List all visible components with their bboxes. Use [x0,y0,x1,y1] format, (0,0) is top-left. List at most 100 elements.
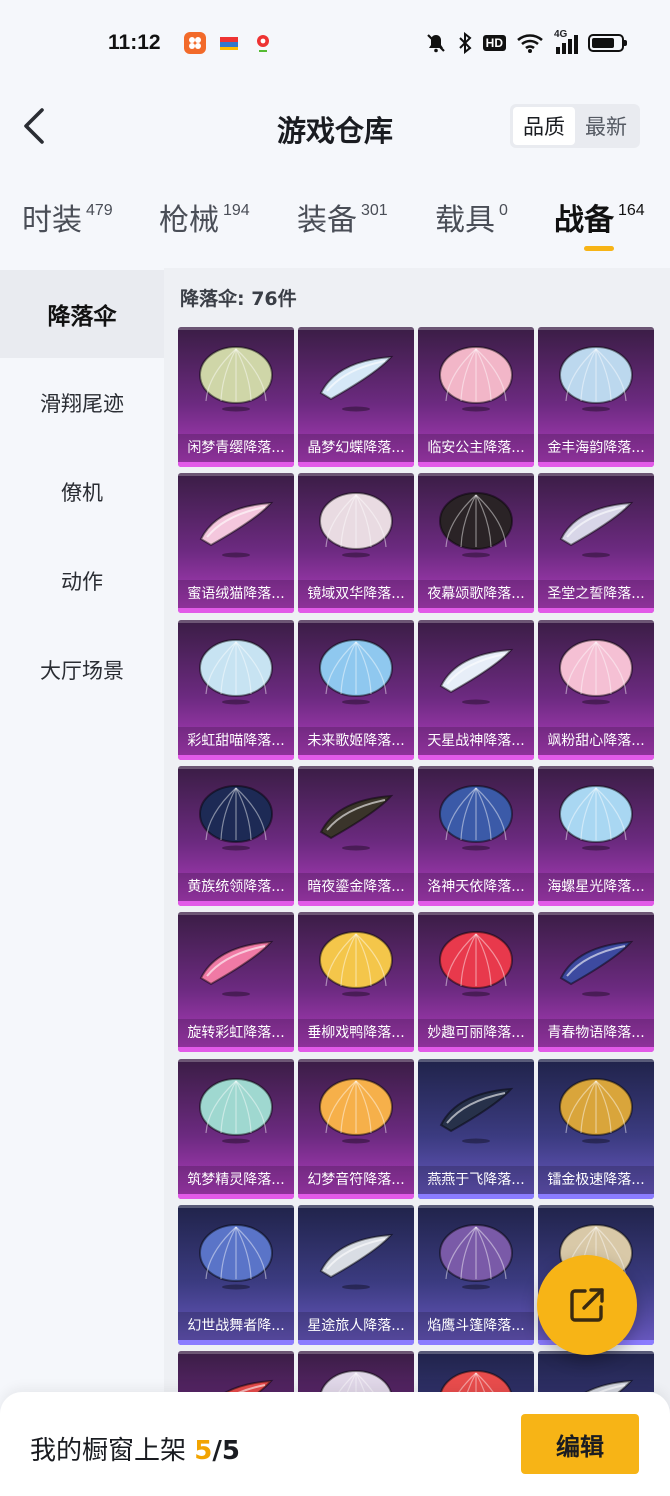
card-shine [298,327,414,330]
share-button[interactable] [537,1255,637,1355]
sidebar-item-parachute[interactable]: 降落伞 [0,270,164,358]
parachute-icon [319,492,393,558]
card-name: 星途旅人降落... [298,1311,414,1340]
parachute-card[interactable]: 海螺星光降落... [538,765,654,906]
sidebar-item-glide-trail[interactable]: 滑翔尾迹 [0,359,164,447]
parachute-card[interactable]: 星途旅人降落... [298,1204,414,1345]
parachute-card[interactable]: 镭金极速降落... [538,1058,654,1199]
parachute-card[interactable]: 洛神天依降落... [418,765,534,906]
parachute-icon [199,346,273,412]
network-type: 4G [554,29,568,40]
card-name: 夜幕颂歌降落... [418,580,534,609]
parachute-card[interactable] [538,1351,654,1392]
tab-vehicles[interactable]: 载具 0 [435,196,508,246]
tab-count: 479 [86,202,113,219]
showcase-separator: / [212,1436,222,1466]
card-shine [538,1204,654,1208]
parachute-card[interactable]: 闲梦青缨降落... [178,327,294,467]
card-name: 镜域双华降落... [298,580,414,609]
parachute-card[interactable]: 暗夜鎏金降落... [298,765,414,906]
card-shine [418,765,534,769]
wallet-app-icon [218,32,240,54]
parachute-icon [319,1233,394,1290]
rarity-edge [538,608,654,614]
rarity-edge [178,1339,294,1345]
card-shine [538,912,654,916]
card-name: 未来歌姬降落... [298,726,414,755]
parachute-card[interactable]: 飒粉甜心降落... [538,619,654,760]
card-name: 飒粉甜心降落... [538,726,654,755]
card-name: 黄族统领降落... [178,872,294,901]
parachute-card[interactable]: 青春物语降落... [538,912,654,1053]
parachute-card[interactable] [418,1351,534,1392]
hd-icon: HD [482,35,506,51]
card-name: 蜜语绒猫降落... [178,580,294,609]
parachute-card[interactable] [178,1351,294,1392]
parachute-icon [439,931,513,997]
card-shine [538,1058,654,1062]
showcase-count: 5 [194,1436,213,1466]
parachute-card[interactable]: 燕燕于飞降落... [418,1058,534,1199]
card-name: 幻世战舞者降... [178,1311,294,1340]
card-shine [298,473,414,477]
parachute-card[interactable]: 夜幕颂歌降落... [418,473,534,614]
parachute-card[interactable]: 幻世战舞者降... [178,1204,294,1345]
parachute-icon [440,1370,512,1392]
card-shine [178,1204,294,1208]
parachute-icon [439,648,514,705]
rarity-edge [418,462,534,467]
rarity-edge [418,1047,534,1053]
card-name: 旋转彩虹降落... [178,1019,294,1048]
parachute-card[interactable]: 晶梦幻蝶降落... [298,327,414,467]
card-name: 晶梦幻蝶降落... [298,434,414,462]
parachute-card[interactable]: 金丰海韵降落... [538,327,654,467]
tab-equipment[interactable]: 装备 301 [297,196,388,246]
wifi-icon [517,34,543,53]
tab-combat-prep[interactable]: 战备 164 [554,196,645,251]
rarity-edge [418,1339,534,1345]
tab-fashion[interactable]: 时装 479 [22,196,113,246]
card-shine [298,1351,414,1355]
card-name: 洛神天依降落... [418,872,534,901]
edit-button[interactable]: 编辑 [521,1414,639,1474]
parachute-card[interactable]: 镜域双华降落... [298,473,414,614]
rarity-edge [418,900,534,906]
signal-icon: 4G [554,29,578,54]
parachute-card[interactable]: 彩虹甜喵降落... [178,619,294,760]
parachute-card[interactable]: 旋转彩虹降落... [178,912,294,1053]
sort-option-quality[interactable]: 品质 [513,107,575,145]
parachute-icon [199,502,274,558]
card-shine [178,1058,294,1062]
parachute-icon [439,492,513,558]
parachute-card[interactable]: 幻梦音符降落... [298,1058,414,1199]
sidebar-item-lobby-scene[interactable]: 大厅场景 [0,626,164,714]
share-icon [570,1288,604,1322]
sidebar-item-wingman[interactable]: 僚机 [0,448,164,536]
sidebar-item-emotes[interactable]: 动作 [0,537,164,625]
sidebar: 降落伞 滑翔尾迹 僚机 动作 大厅场景 [0,268,164,1496]
sort-option-newest[interactable]: 最新 [575,107,637,145]
parachute-card[interactable]: 临安公主降落... [418,327,534,467]
tab-guns[interactable]: 枪械 194 [159,196,250,246]
battery-icon [588,34,627,52]
rarity-edge [418,608,534,614]
card-shine [418,1351,534,1355]
parachute-card[interactable]: 焰鹰斗篷降落... [418,1204,534,1345]
parachute-card[interactable]: 筑梦精灵降落... [178,1058,294,1199]
parachute-card[interactable]: 垂柳戏鸭降落... [298,912,414,1053]
sort-toggle: 品质 最新 [510,104,640,148]
parachute-card[interactable] [298,1351,414,1392]
header: 游戏仓库 品质 最新 [0,90,670,162]
parachute-card[interactable]: 未来歌姬降落... [298,619,414,760]
parachute-card[interactable]: 黄族统领降落... [178,765,294,906]
showcase-status: 我的橱窗上架 5/5 [30,1430,240,1467]
parachute-icon [319,638,393,705]
card-name: 圣堂之誓降落... [538,580,654,609]
parachute-icon [319,1077,393,1143]
parachute-card[interactable]: 天星战神降落... [418,619,534,760]
parachute-icon [199,638,273,705]
card-name: 临安公主降落... [418,434,534,462]
parachute-card[interactable]: 蜜语绒猫降落... [178,473,294,614]
parachute-card[interactable]: 妙趣可丽降落... [418,912,534,1053]
parachute-card[interactable]: 圣堂之誓降落... [538,473,654,614]
